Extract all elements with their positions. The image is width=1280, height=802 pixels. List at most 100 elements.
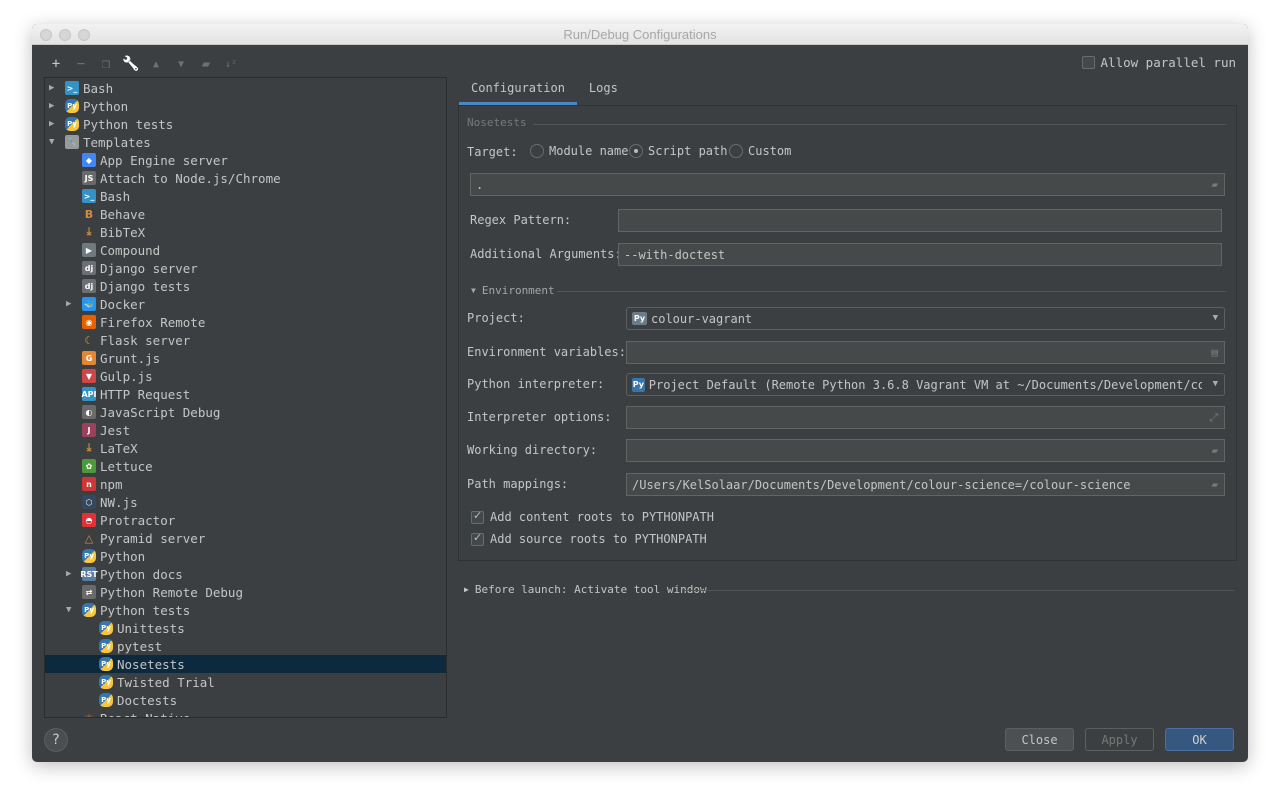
tree-item[interactable]: Py pytest xyxy=(45,637,446,655)
script-path-input[interactable]: . ▰ xyxy=(470,173,1225,196)
tree-item[interactable]: n npm xyxy=(45,475,446,493)
tree-item[interactable]: API HTTP Request xyxy=(45,385,446,403)
tree-item[interactable]: ◆ App Engine server xyxy=(45,151,446,169)
browse-folder-icon[interactable]: ▰ xyxy=(1211,178,1218,191)
chevron-down-icon[interactable]: ▼ xyxy=(66,605,76,615)
chevron-right-icon[interactable]: ▶ xyxy=(66,299,76,309)
chevron-down-icon: ▼ xyxy=(1212,379,1218,389)
interpreter-options-input[interactable]: ⤢ xyxy=(626,406,1225,429)
allow-parallel-run-checkbox[interactable]: Allow parallel run xyxy=(1081,55,1236,70)
expand-icon[interactable]: ⤢ xyxy=(1209,411,1218,425)
checkbox-box[interactable] xyxy=(1081,56,1095,69)
chevron-right-icon[interactable]: ▶ xyxy=(49,101,59,111)
tree-item-label: Compound xyxy=(100,242,161,258)
browse-folder-icon[interactable]: ▰ xyxy=(1211,478,1218,491)
working-directory-input[interactable]: ▰ xyxy=(626,439,1225,462)
tree-item-label: HTTP Request xyxy=(100,386,191,402)
behave-icon: B xyxy=(82,207,96,221)
wrench-button[interactable]: 🔧 xyxy=(122,56,139,72)
tree-item[interactable]: ▼ Py Python tests xyxy=(45,601,446,619)
chevron-right-icon[interactable]: ▶ xyxy=(49,83,59,93)
target-script-path-radio[interactable]: Script path xyxy=(629,144,727,158)
move-up-button[interactable]: ▲ xyxy=(148,56,164,72)
tree-item[interactable]: ▶ Py Python tests xyxy=(45,115,446,133)
checkbox-box[interactable] xyxy=(471,531,484,546)
regex-pattern-input[interactable] xyxy=(618,209,1222,232)
tree-item[interactable]: Py Nosetests xyxy=(45,655,446,673)
tree-item[interactable]: ◐ JavaScript Debug xyxy=(45,403,446,421)
radio-button[interactable] xyxy=(729,144,743,158)
close-button[interactable]: Close xyxy=(1005,728,1074,751)
chevron-right-icon[interactable]: ▶ xyxy=(49,119,59,129)
tab-configuration[interactable]: Configuration xyxy=(459,76,577,105)
project-select[interactable]: Py colour-vagrant ▼ xyxy=(626,307,1225,330)
chevron-right-icon[interactable]: ▶ xyxy=(66,569,76,579)
chevron-down-icon[interactable]: ▼ xyxy=(49,137,59,147)
add-source-roots-checkbox[interactable]: Add source roots to PYTHONPATH xyxy=(471,531,707,546)
target-module-name-radio[interactable]: Module name xyxy=(530,144,628,158)
tree-item[interactable]: ▼ 🔧 Templates xyxy=(45,133,446,151)
tree-item-label: Flask server xyxy=(100,332,191,348)
tree-item[interactable]: ⇄ Python Remote Debug xyxy=(45,583,446,601)
tree-item[interactable]: Py Twisted Trial xyxy=(45,673,446,691)
grunt-icon: G xyxy=(82,351,96,365)
tree-item[interactable]: Py Unittests xyxy=(45,619,446,637)
tree-item[interactable]: >_ Bash xyxy=(45,187,446,205)
tree-item[interactable]: ▶ Py Python xyxy=(45,97,446,115)
tree-item[interactable]: ◉ Firefox Remote xyxy=(45,313,446,331)
tree-item[interactable]: ▼ Gulp.js xyxy=(45,367,446,385)
edit-list-icon[interactable]: ▤ xyxy=(1211,346,1218,359)
tree-item[interactable]: dj Django server xyxy=(45,259,446,277)
python-interpreter-select[interactable]: Py Project Default (Remote Python 3.6.8 … xyxy=(626,373,1225,396)
tree-item[interactable]: ▶ RST Python docs xyxy=(45,565,446,583)
tree-item-label: Docker xyxy=(100,296,146,312)
path-mappings-label: Path mappings: xyxy=(467,477,569,491)
radio-button[interactable] xyxy=(530,144,544,158)
before-launch-section-toggle[interactable]: ▶ Before launch: Activate tool window xyxy=(464,583,707,596)
gulp-icon: ▼ xyxy=(82,369,96,383)
tree-item-label: Python tests xyxy=(100,602,191,618)
django-tests-icon: dj xyxy=(82,279,96,293)
configurations-tree[interactable]: ▶ >_ Bash ▶ Py Python ▶ Py Python tests ▼ 🔧 Templat… xyxy=(44,77,447,718)
tree-item[interactable]: ▶ Compound xyxy=(45,241,446,259)
tree-item[interactable]: J Jest xyxy=(45,421,446,439)
help-button[interactable]: ? xyxy=(44,728,68,752)
tree-item[interactable]: ⚛ React Native xyxy=(45,709,446,717)
tree-item[interactable]: ⬡ NW.js xyxy=(45,493,446,511)
copy-button[interactable]: ❐ xyxy=(98,56,114,72)
tree-item[interactable]: Py Python xyxy=(45,547,446,565)
tab-logs[interactable]: Logs xyxy=(577,76,630,105)
lettuce-icon: ✿ xyxy=(82,459,96,473)
radio-button[interactable] xyxy=(629,144,643,158)
tree-item[interactable]: G Grunt.js xyxy=(45,349,446,367)
tree-item[interactable]: ▶ >_ Bash xyxy=(45,79,446,97)
tree-item[interactable]: Py Doctests xyxy=(45,691,446,709)
tree-item[interactable]: ✿ Lettuce xyxy=(45,457,446,475)
browse-folder-icon[interactable]: ▰ xyxy=(1211,444,1218,457)
tree-item[interactable]: dj Django tests xyxy=(45,277,446,295)
tree-item[interactable]: ◓ Protractor xyxy=(45,511,446,529)
environment-section-toggle[interactable]: ▼ Environment xyxy=(471,284,555,297)
tree-item[interactable]: JS Attach to Node.js/Chrome xyxy=(45,169,446,187)
add-button[interactable]: + xyxy=(48,56,64,72)
new-folder-button[interactable]: ▰ xyxy=(198,56,214,72)
add-content-roots-label: Add content roots to PYTHONPATH xyxy=(490,510,714,524)
environment-variables-input[interactable]: ▤ xyxy=(626,341,1225,364)
tree-item[interactable]: ☾ Flask server xyxy=(45,331,446,349)
tree-item[interactable]: △ Pyramid server xyxy=(45,529,446,547)
tree-item-label: Attach to Node.js/Chrome xyxy=(100,170,281,186)
target-custom-radio[interactable]: Custom xyxy=(729,144,791,158)
tree-item[interactable]: B Behave xyxy=(45,205,446,223)
tree-item[interactable]: ▶ 🐳 Docker xyxy=(45,295,446,313)
apply-button[interactable]: Apply xyxy=(1085,728,1154,751)
sort-button[interactable]: ↓ᶻ xyxy=(223,56,239,72)
move-down-button[interactable]: ▼ xyxy=(173,56,189,72)
remove-button[interactable]: − xyxy=(73,56,89,72)
additional-arguments-input[interactable]: --with-doctest xyxy=(618,243,1222,266)
tree-item[interactable]: ⤓ BibTeX xyxy=(45,223,446,241)
path-mappings-input[interactable]: /Users/KelSolaar/Documents/Development/c… xyxy=(626,473,1225,496)
tree-item[interactable]: ⤓ LaTeX xyxy=(45,439,446,457)
add-content-roots-checkbox[interactable]: Add content roots to PYTHONPATH xyxy=(471,509,714,524)
ok-button[interactable]: OK xyxy=(1165,728,1234,751)
checkbox-box[interactable] xyxy=(471,509,484,524)
